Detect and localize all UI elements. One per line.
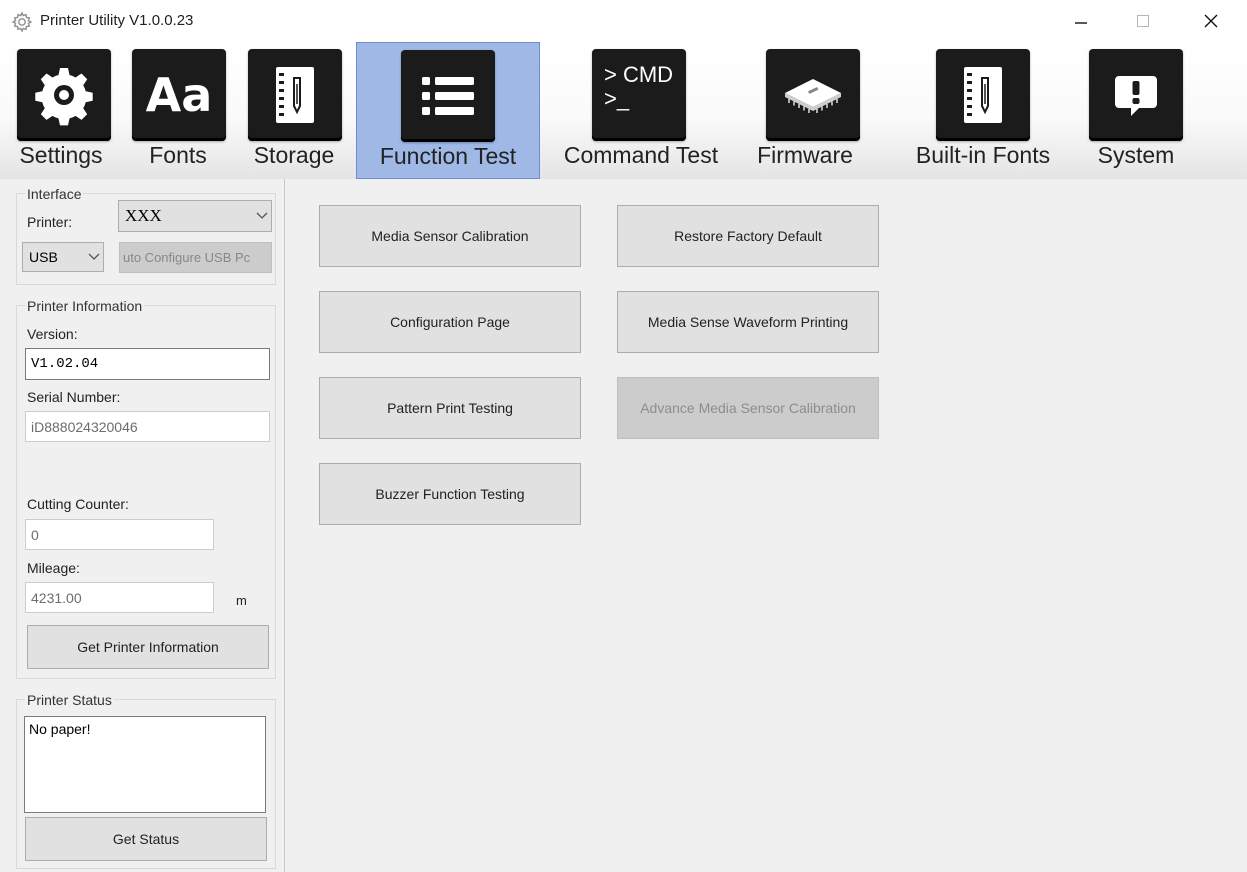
printer-status-group-title: Printer Status (25, 692, 114, 708)
mileage-label: Mileage: (27, 560, 80, 576)
maximize-button[interactable] (1120, 4, 1166, 38)
window-title: Printer Utility V1.0.0.23 (40, 12, 194, 29)
printer-select[interactable]: XXX (118, 200, 272, 232)
tab-firmware[interactable]: Firmware (742, 42, 868, 179)
tab-storage[interactable]: Storage (238, 42, 350, 179)
tab-built-in-fonts[interactable]: Built-in Fonts (898, 42, 1068, 179)
advance-media-sensor-calibration-button[interactable]: Advance Media Sensor Calibration (617, 377, 879, 439)
chevron-down-icon (253, 209, 271, 224)
title-bar: Printer Utility V1.0.0.23 (0, 0, 1247, 42)
app-gear-icon (11, 11, 33, 33)
serial-number-field[interactable]: iD888024320046 (25, 411, 270, 442)
pattern-print-testing-button[interactable]: Pattern Print Testing (319, 377, 581, 439)
tab-label: Fonts (149, 142, 207, 168)
mileage-field[interactable]: 4231.00 (25, 582, 214, 613)
serial-number-label: Serial Number: (27, 389, 121, 405)
tab-label: Settings (19, 142, 103, 168)
font-icon: Aa (132, 49, 226, 141)
version-label: Version: (27, 326, 78, 342)
tab-label: Firmware (757, 142, 853, 168)
command-icon: > CMD >_ (592, 49, 686, 141)
main-toolbar: Settings Aa Fonts Storage Function Test … (0, 42, 1247, 179)
storage-icon (248, 49, 342, 141)
port-select[interactable]: USB (22, 242, 104, 272)
minimize-button[interactable] (1058, 4, 1104, 38)
tab-label: Command Test (563, 142, 719, 168)
media-sensor-calibration-button[interactable]: Media Sensor Calibration (319, 205, 581, 267)
chevron-down-icon (85, 250, 103, 264)
tab-settings[interactable]: Settings (0, 42, 122, 179)
cutting-counter-field[interactable]: 0 (25, 519, 214, 550)
tab-function-test[interactable]: Function Test (356, 42, 540, 179)
alert-icon (1089, 49, 1183, 141)
get-printer-information-button[interactable]: Get Printer Information (27, 625, 269, 669)
configuration-page-button[interactable]: Configuration Page (319, 291, 581, 353)
interface-group-title: Interface (25, 186, 84, 202)
auto-configure-usb-button[interactable]: uto Configure USB Pc (119, 242, 272, 273)
command-line-2: >_ (604, 86, 630, 111)
version-field[interactable]: V1.02.04 (25, 348, 270, 380)
media-sense-waveform-printing-button[interactable]: Media Sense Waveform Printing (617, 291, 879, 353)
tab-label: Storage (253, 142, 335, 168)
tab-fonts[interactable]: Aa Fonts (122, 42, 234, 179)
printer-info-group-title: Printer Information (25, 298, 145, 314)
mileage-unit: m (236, 593, 247, 608)
font-glyph: Aa (145, 68, 213, 122)
printer-label: Printer: (27, 214, 73, 230)
tab-label: Function Test (379, 143, 517, 169)
printer-select-value: XXX (125, 206, 162, 225)
chip-icon (766, 49, 860, 141)
left-panel: Interface Printer: XXX USB uto Configure… (0, 179, 285, 872)
get-status-button[interactable]: Get Status (25, 817, 267, 861)
main-area: Interface Printer: XXX USB uto Configure… (0, 179, 1247, 872)
list-icon (401, 50, 495, 142)
port-select-value: USB (29, 249, 58, 265)
buzzer-function-testing-button[interactable]: Buzzer Function Testing (319, 463, 581, 525)
cutting-counter-label: Cutting Counter: (27, 496, 129, 512)
tab-command-test[interactable]: > CMD >_ Command Test (548, 42, 734, 179)
gear-icon (17, 49, 111, 141)
close-button[interactable] (1188, 4, 1234, 38)
command-line-1: > CMD (604, 62, 674, 87)
restore-factory-default-button[interactable]: Restore Factory Default (617, 205, 879, 267)
printer-status-text[interactable]: No paper! (24, 716, 266, 813)
builtin-fonts-icon (936, 49, 1030, 141)
tab-label: System (1097, 142, 1175, 168)
tab-system[interactable]: System (1084, 42, 1188, 179)
tab-label: Built-in Fonts (915, 142, 1051, 168)
